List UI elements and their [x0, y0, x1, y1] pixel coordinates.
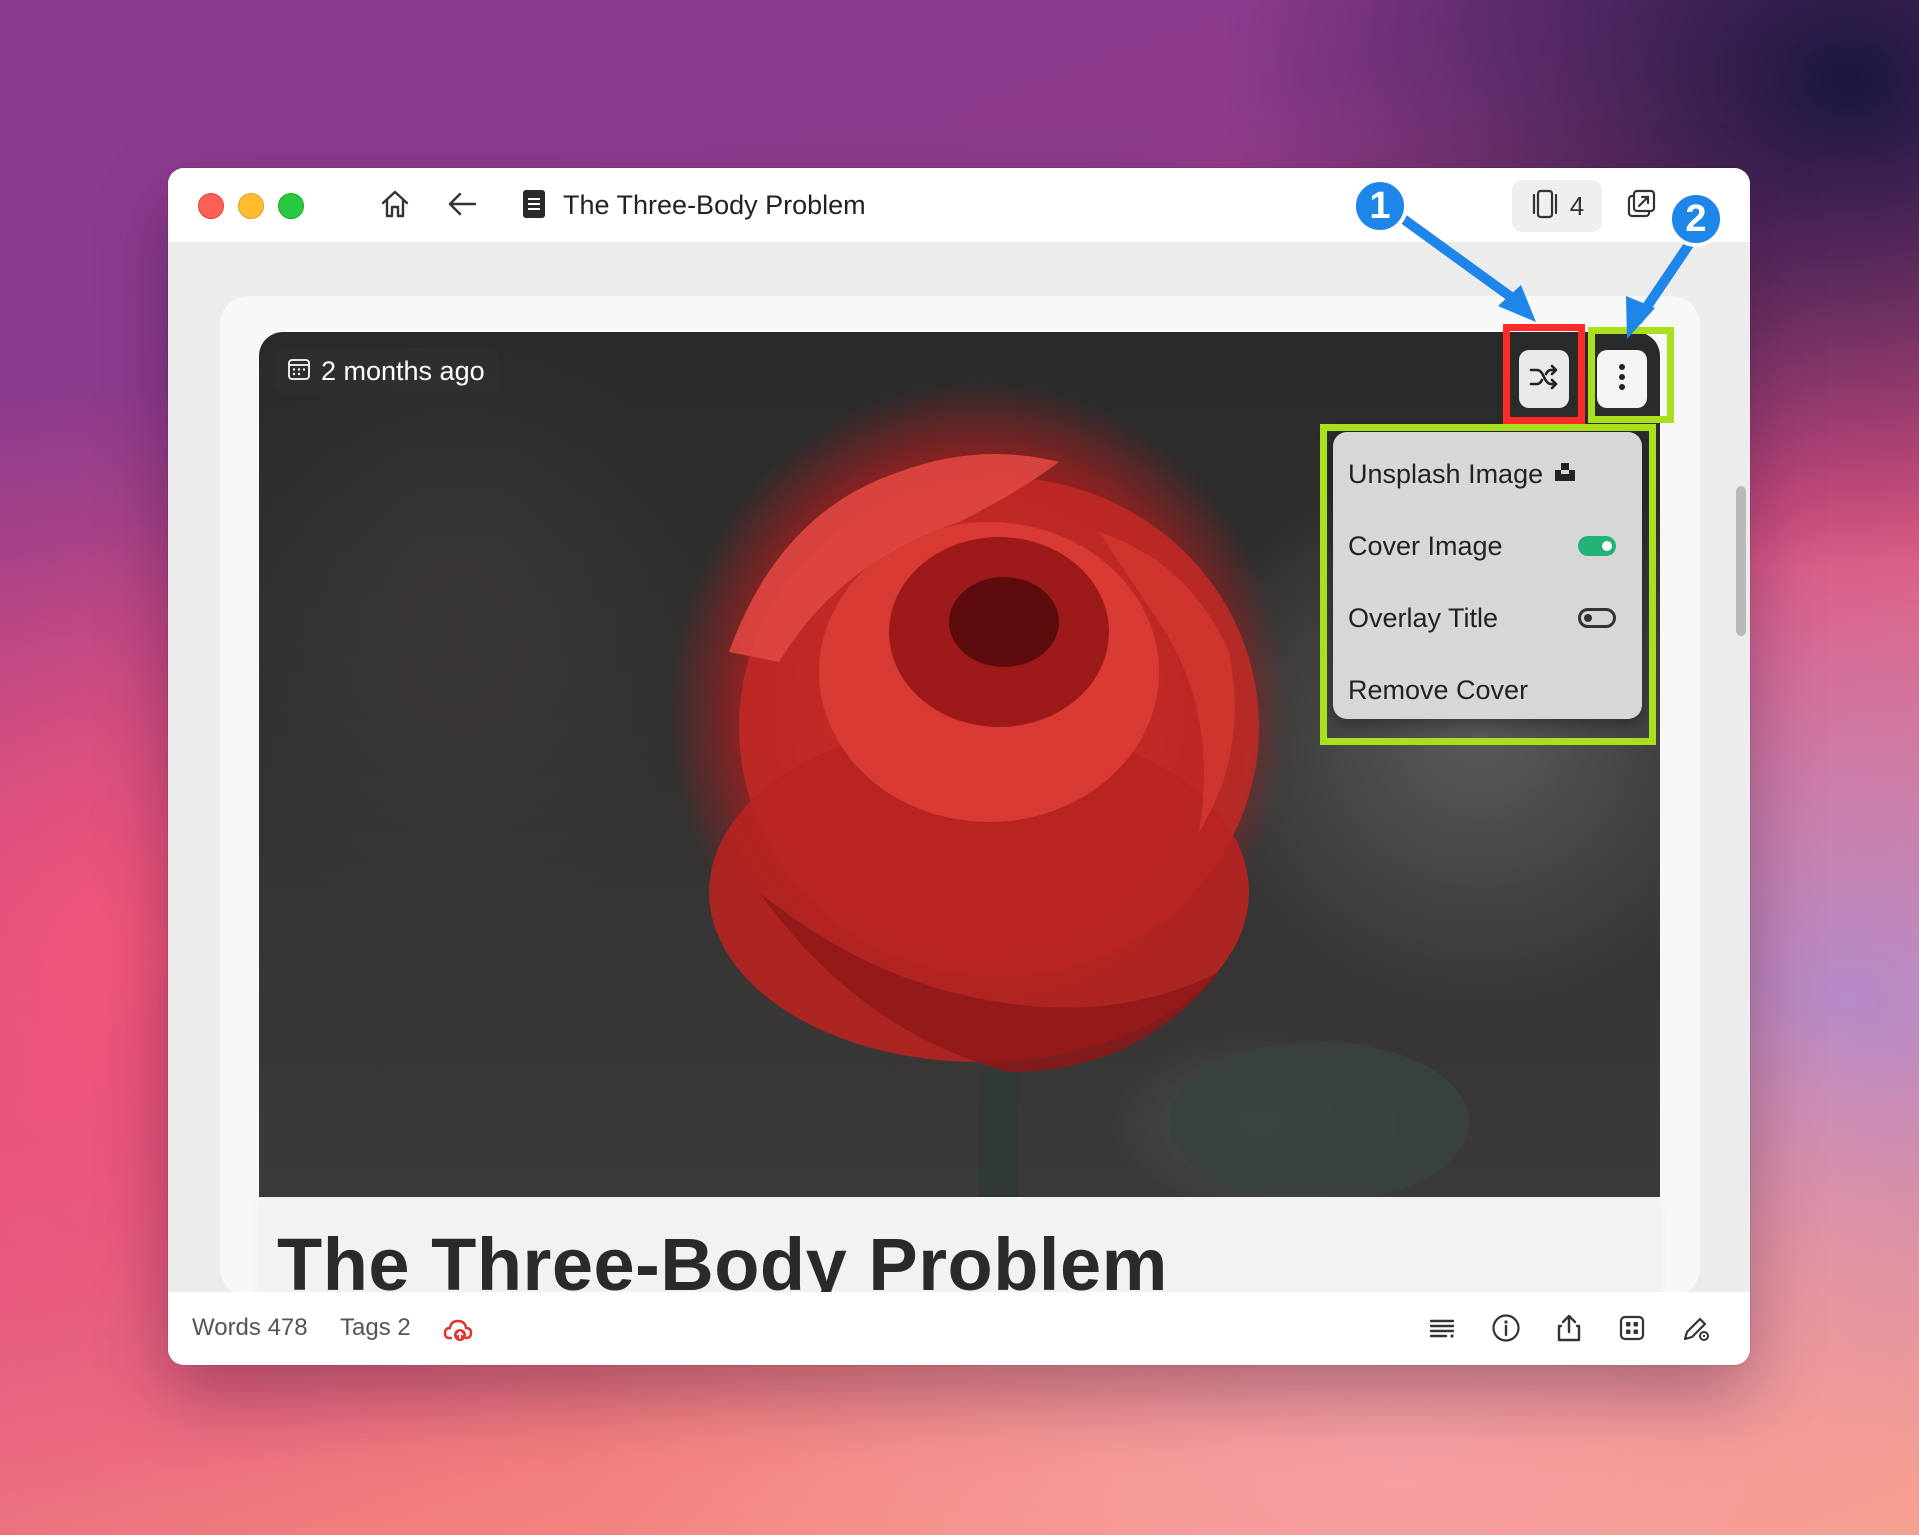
annotation-badge-1: 1: [1352, 178, 1408, 234]
annotation-badge-2: 2: [1668, 191, 1724, 247]
annotation-arrows: [1397, 213, 1697, 339]
